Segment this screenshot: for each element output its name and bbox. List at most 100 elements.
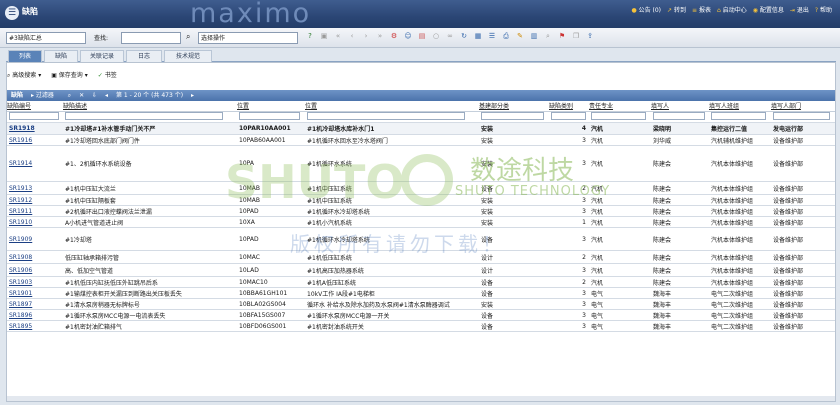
cell-id[interactable]: SR1913	[7, 181, 63, 195]
binoculars-icon[interactable]: ⌕	[186, 32, 190, 42]
nav-reports[interactable]: ≡ 报表	[692, 5, 711, 14]
table-row[interactable]: SR1916 #1冷却塔回水底部门阀门件 10PAB60AA001 #1机循环水回水至…	[7, 134, 835, 146]
cell-id[interactable]: SR1897	[7, 298, 63, 310]
filter-cat[interactable]	[551, 111, 586, 120]
attach-icon[interactable]: ✎	[515, 31, 525, 42]
table-row[interactable]: SR1895 #1机密封油贮箱排气 10BFD06GS001 #1机密封油系统开关 设备…	[7, 320, 835, 332]
copy-icon[interactable]: ❐	[571, 31, 581, 42]
app-menu-icon[interactable]: ☰	[5, 6, 19, 20]
cell-id[interactable]: SR1912	[7, 194, 63, 206]
print-icon[interactable]: ⎙	[501, 31, 511, 42]
filter-desc[interactable]	[65, 111, 224, 120]
col-location[interactable]: 位置	[237, 101, 305, 112]
prev-icon[interactable]: ‹	[347, 31, 357, 42]
cell-id[interactable]: SR1914	[7, 145, 63, 182]
first-icon[interactable]: «	[333, 31, 343, 42]
tab-list[interactable]: 列表	[8, 50, 42, 62]
cell-cat: 3	[549, 320, 589, 332]
route-icon[interactable]: ⚙	[389, 31, 399, 42]
col-reporter-group[interactable]: 填写人班组	[709, 101, 771, 112]
cell-id[interactable]: SR1911	[7, 205, 63, 217]
toolbar-icons: ? ▣ « ‹ › » ⚙ ☺ ▤ ○ ∞ ↻ ▦ ☰ ⎙ ✎ ▥ ⌕ ⚑ ❐ …	[305, 31, 595, 42]
cell-id[interactable]: SR1896	[7, 309, 63, 321]
cell-id[interactable]: SR1895	[7, 320, 63, 332]
table-row[interactable]: SR1897 #1清水泵房稍器无标牌标号 10BLA02GS004 循环水 补给水及除…	[7, 298, 835, 310]
save-icon[interactable]: ▣	[319, 31, 329, 42]
search-icon[interactable]: ⌕	[543, 31, 553, 42]
cell-group: 汽机本体维护组	[709, 227, 771, 251]
nav-help[interactable]: ? 帮助	[815, 5, 832, 14]
filter-group[interactable]	[711, 111, 767, 120]
col-class[interactable]: 基建部分类	[479, 101, 549, 112]
filter-id[interactable]	[9, 111, 59, 120]
help-icon[interactable]: ?	[305, 31, 315, 42]
people-icon[interactable]: ☺	[403, 31, 413, 42]
table-row[interactable]: SR1906 高、低加空气管道 10LAD #1机高压加热器系统 设计 3 汽机 陈建会 汽机本…	[7, 263, 835, 277]
refresh-icon[interactable]: ↻	[459, 31, 469, 42]
col-category[interactable]: 缺陷类别	[549, 101, 589, 112]
filter-locdesc[interactable]	[307, 111, 466, 120]
tab-related-records[interactable]: 关联记录	[80, 50, 124, 62]
next-icon[interactable]: ›	[361, 31, 371, 42]
nav-start-center[interactable]: ⌂ 启动中心	[717, 5, 747, 14]
clear-filter-icon[interactable]: ✕	[79, 92, 84, 99]
cell-loc: 10XA	[237, 216, 305, 228]
col-specialty[interactable]: 责任专业	[589, 101, 651, 112]
filter-spec[interactable]	[591, 111, 647, 120]
advanced-search-link[interactable]: ⌕ 高级搜索 ▾	[7, 70, 41, 80]
cell-id[interactable]: SR1908	[7, 250, 63, 264]
export-icon[interactable]: ⇪	[585, 31, 595, 42]
filter-class[interactable]	[481, 111, 544, 120]
filter-loc[interactable]	[239, 111, 300, 120]
bookmark-link[interactable]: ✓ 书签	[98, 70, 117, 80]
pager-prev-icon[interactable]: ◂	[105, 92, 108, 99]
nav-goto[interactable]: ↗ 转到	[667, 5, 686, 14]
flag-icon[interactable]: ⚑	[557, 31, 567, 42]
filter-dept[interactable]	[773, 111, 831, 120]
nav-signout[interactable]: ⇥ 退出	[790, 5, 809, 14]
cell-id[interactable]: SR1918	[7, 122, 63, 135]
table-row[interactable]: SR1918 #1冷却塔#1补水管手动门关不严 10PAR10AA001 #1机冷却塔…	[7, 122, 835, 135]
table-row[interactable]: SR1903 #1机低压内缸抚低压外缸跳吊后系 10MAC10 #1机A低压缸系统 设备…	[7, 276, 835, 288]
find-icon-small[interactable]: ⌕	[68, 92, 71, 99]
doc-icon[interactable]: ▦	[473, 31, 483, 42]
cell-id[interactable]: SR1910	[7, 216, 63, 228]
table-row[interactable]: SR1910 A小机进气管道进止阀 10XA #1机小汽机系统 安装 1 汽机 陈建会 汽机本体…	[7, 216, 835, 228]
chart-icon[interactable]: ▥	[529, 31, 539, 42]
col-reporter[interactable]: 填写人	[651, 101, 709, 112]
cell-id[interactable]: SR1916	[7, 134, 63, 146]
cell-who: 刘华威	[651, 134, 709, 146]
cell-dept: 设备维护部	[771, 309, 835, 321]
download-icon[interactable]: ⇩	[92, 92, 97, 99]
tab-log[interactable]: 日志	[126, 50, 162, 62]
pager-next-icon[interactable]: ▸	[191, 92, 194, 99]
cell-locdesc: 10kV工作 IA段#1电梯柜	[305, 287, 479, 299]
save-query-link[interactable]: ▣ 保存查询 ▾	[51, 70, 88, 80]
nav-profile[interactable]: ◉ 配置信息	[753, 5, 784, 14]
table-row[interactable]: SR1901 #1输煤控表柜开关漏压到断路出关压板丢失 10BBA61GH101 10…	[7, 287, 835, 299]
cell-id[interactable]: SR1903	[7, 276, 63, 288]
last-icon[interactable]: »	[375, 31, 385, 42]
horizontal-scrollbar[interactable]	[7, 396, 835, 401]
filter-toggle[interactable]: ▸ 过滤器	[31, 92, 60, 99]
task-icon[interactable]: ○	[431, 31, 441, 42]
find-input[interactable]	[121, 32, 181, 44]
list-icon[interactable]: ☰	[487, 31, 497, 42]
cell-id[interactable]: SR1906	[7, 263, 63, 277]
col-defect-id[interactable]: 缺陷编号	[7, 101, 63, 112]
report-icon[interactable]: ▤	[417, 31, 427, 42]
col-location-desc[interactable]: 位置	[305, 101, 479, 112]
filter-who[interactable]	[653, 111, 705, 120]
query-select[interactable]: #3缺陷汇总	[6, 32, 86, 44]
tab-specs[interactable]: 技术规范	[164, 50, 212, 62]
col-reporter-dept[interactable]: 填写人部门	[771, 101, 835, 112]
cell-id[interactable]: SR1901	[7, 287, 63, 299]
col-description[interactable]: 缺陷描述	[63, 101, 237, 112]
cell-group: 汽机本体维护组	[709, 263, 771, 277]
cell-id[interactable]: SR1909	[7, 227, 63, 251]
link-icon[interactable]: ∞	[445, 31, 455, 42]
tab-defect[interactable]: 缺陷	[44, 50, 78, 62]
action-select[interactable]: 选择操作	[198, 32, 298, 44]
table-row[interactable]: SR1896 #1循环水泵房MCC电源一电流表丢失 10BFA15GS007 #1循环…	[7, 309, 835, 321]
nav-bulletins[interactable]: ● 公告 (0)	[631, 5, 661, 14]
